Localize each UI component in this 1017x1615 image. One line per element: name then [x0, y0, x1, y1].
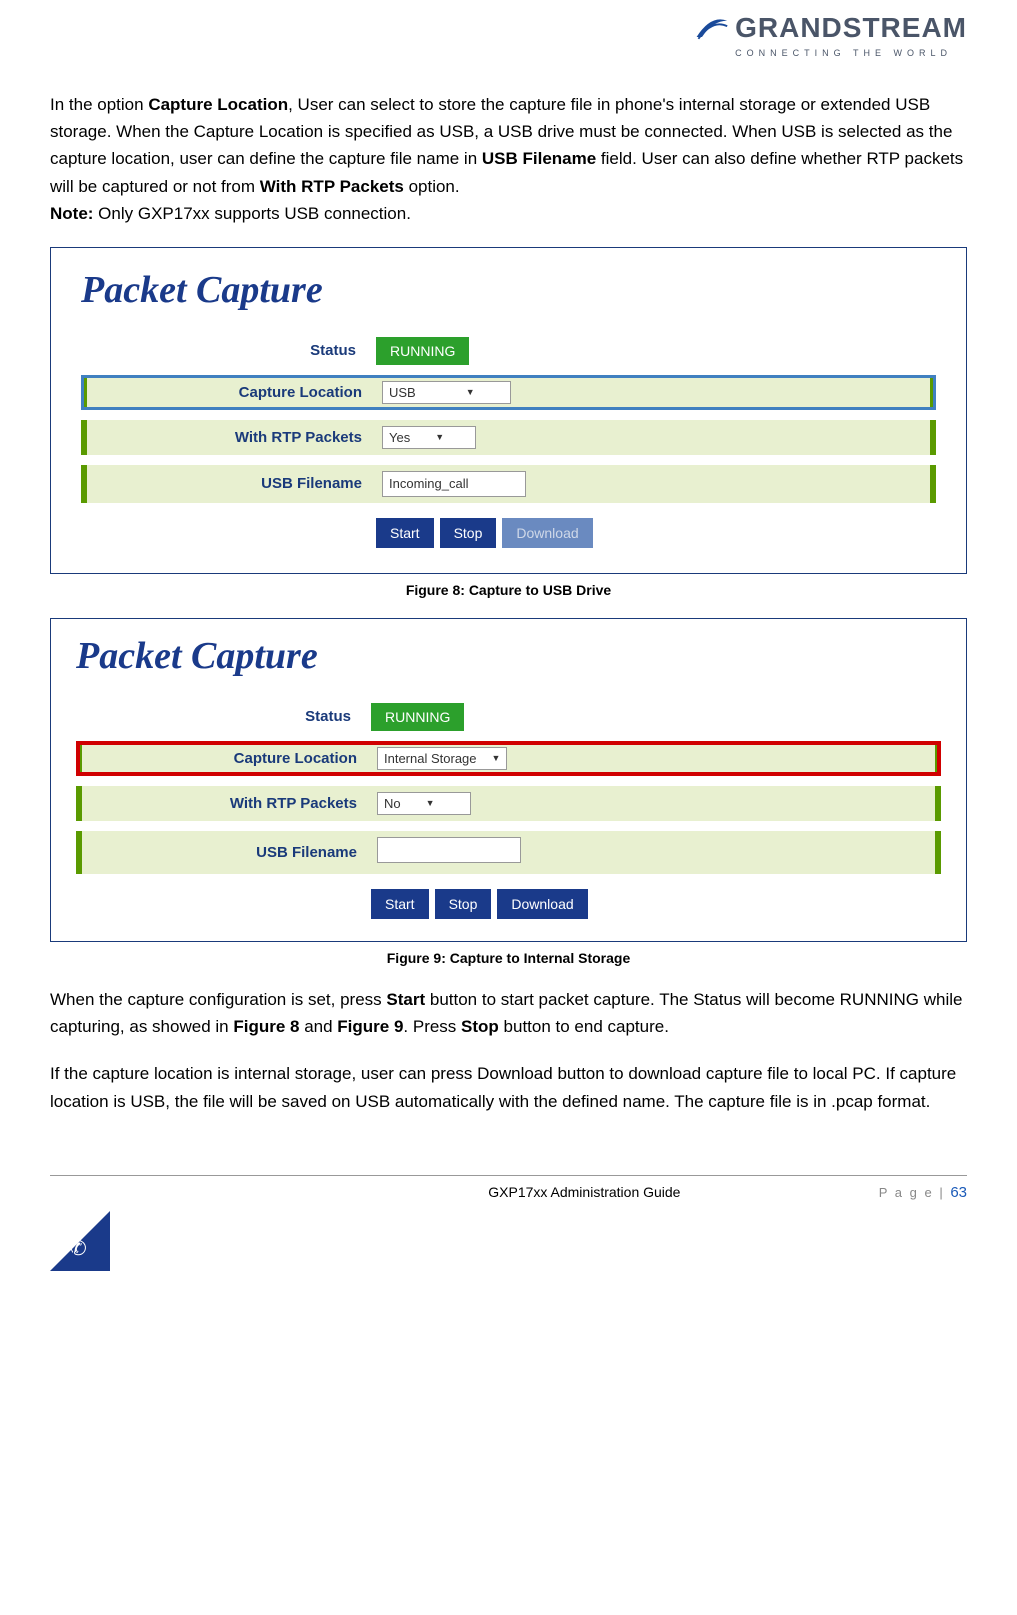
figure-8: Packet Capture Status RUNNING Capture Lo…: [50, 247, 967, 574]
usb-filename-input-8[interactable]: Incoming_call: [382, 471, 526, 497]
start-button-8[interactable]: Start: [376, 518, 434, 548]
usb-filename-row-9: USB Filename: [76, 831, 941, 874]
usb-filename-label-9: USB Filename: [82, 844, 377, 861]
usb-filename-label-8: USB Filename: [87, 475, 382, 492]
footer-guide-name: GXP17xx Administration Guide: [170, 1184, 879, 1200]
capture-location-row-9: Capture Location Internal Storage ▼: [76, 741, 941, 776]
figure-8-caption: Figure 8: Capture to USB Drive: [50, 582, 967, 598]
capture-location-label-8: Capture Location: [87, 384, 382, 401]
capture-location-select-9[interactable]: Internal Storage ▼: [377, 747, 507, 770]
chevron-down-icon: ▼: [466, 387, 475, 397]
chevron-down-icon: ▼: [492, 753, 501, 763]
rtp-row-8: With RTP Packets Yes ▼: [81, 420, 936, 455]
start-button-9[interactable]: Start: [371, 889, 429, 919]
usb-filename-input-9[interactable]: [377, 837, 521, 863]
usb-filename-row-8: USB Filename Incoming_call: [81, 465, 936, 503]
footer-page-number: P a g e | 63: [879, 1184, 967, 1201]
figure-9-caption: Figure 9: Capture to Internal Storage: [50, 950, 967, 966]
stop-button-9[interactable]: Stop: [435, 889, 492, 919]
status-label-9: Status: [76, 708, 371, 725]
button-row-8: Start Stop Download: [81, 518, 936, 548]
status-badge-8: RUNNING: [376, 337, 469, 365]
rtp-select-8[interactable]: Yes ▼: [382, 426, 476, 449]
status-badge-9: RUNNING: [371, 703, 464, 731]
corner-page-flip-icon: ✆: [50, 1211, 110, 1271]
rtp-label-8: With RTP Packets: [87, 429, 382, 446]
chevron-down-icon: ▼: [435, 432, 444, 442]
rtp-row-9: With RTP Packets No ▼: [76, 786, 941, 821]
brand-name: GRANDSTREAM: [735, 12, 967, 44]
page-footer: GXP17xx Administration Guide P a g e | 6…: [50, 1175, 967, 1201]
outro-paragraph-1: When the capture configuration is set, p…: [50, 986, 967, 1040]
figure-9: Packet Capture Status RUNNING Capture Lo…: [50, 618, 967, 942]
brand-tagline: CONNECTING THE WORLD: [693, 48, 967, 58]
stop-button-8[interactable]: Stop: [440, 518, 497, 548]
button-row-9: Start Stop Download: [76, 889, 941, 919]
capture-location-label-9: Capture Location: [82, 750, 377, 767]
packet-capture-title-8: Packet Capture: [81, 268, 936, 312]
logo-swoosh-icon: [693, 10, 729, 46]
header-logo: GRANDSTREAM CONNECTING THE WORLD: [50, 0, 967, 91]
phone-icon: ✆: [70, 1236, 87, 1261]
rtp-select-9[interactable]: No ▼: [377, 792, 471, 815]
status-label-8: Status: [81, 342, 376, 359]
download-button-8[interactable]: Download: [502, 518, 592, 548]
capture-location-row-8: Capture Location USB ▼: [81, 375, 936, 410]
intro-paragraph: In the option Capture Location, User can…: [50, 91, 967, 227]
rtp-label-9: With RTP Packets: [82, 795, 377, 812]
chevron-down-icon: ▼: [426, 798, 435, 808]
packet-capture-title-9: Packet Capture: [76, 634, 941, 678]
capture-location-select-8[interactable]: USB ▼: [382, 381, 511, 404]
status-row-9: Status RUNNING: [76, 703, 941, 731]
outro-paragraph-2: If the capture location is internal stor…: [50, 1060, 967, 1114]
status-row-8: Status RUNNING: [81, 337, 936, 365]
download-button-9[interactable]: Download: [497, 889, 587, 919]
